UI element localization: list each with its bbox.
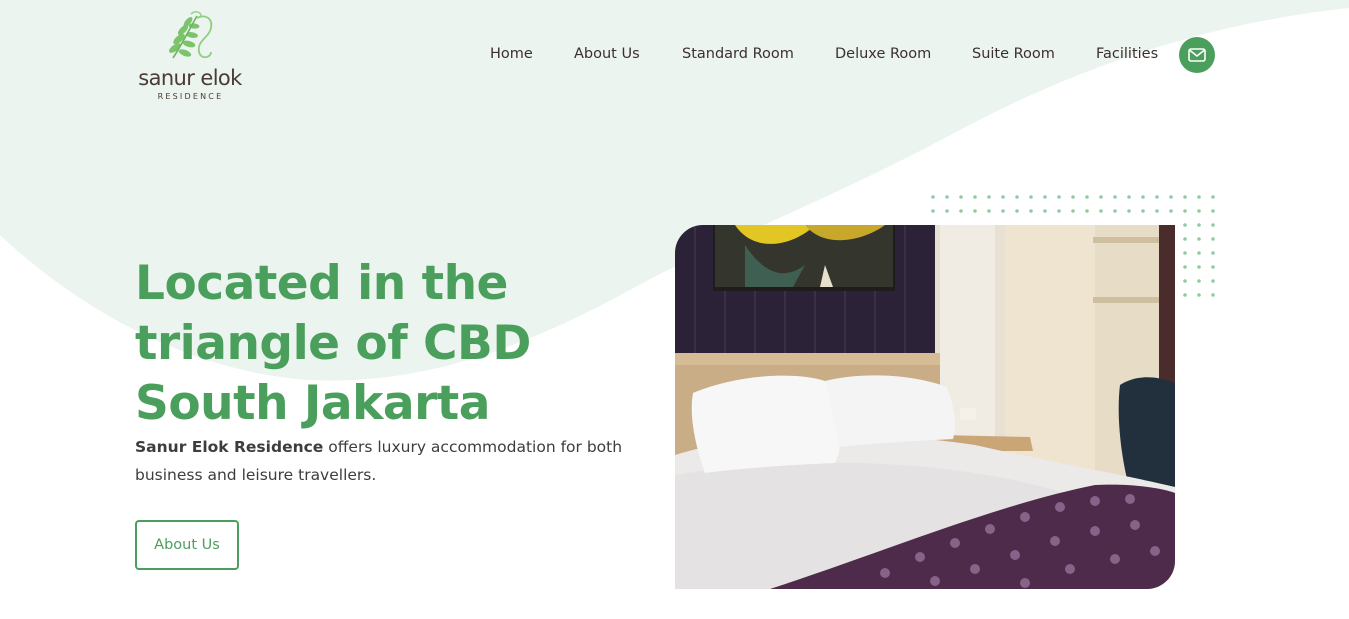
site-header: sanur elok RESIDENCE Home About Us Stand… [0, 0, 1349, 110]
nav-standard-room[interactable]: Standard Room [682, 43, 794, 65]
nav-home[interactable]: Home [490, 43, 533, 65]
nav-suite-room[interactable]: Suite Room [972, 43, 1055, 65]
about-us-button[interactable]: About Us [135, 520, 239, 570]
nav-about-us[interactable]: About Us [574, 43, 640, 65]
mail-icon [1188, 48, 1206, 62]
brand-subtitle: RESIDENCE [157, 92, 224, 101]
hero-room-photo [675, 225, 1175, 589]
main-nav: Home About Us Standard Room Deluxe Room … [0, 43, 1349, 67]
hotel-bedroom-image [675, 225, 1175, 589]
nav-facilities[interactable]: Facilities [1096, 43, 1158, 65]
brand-name: sanur elok [138, 66, 242, 90]
hero-description: Sanur Elok Residence offers luxury accom… [135, 433, 655, 489]
hero-title: Located in the triangle of CBD South Jak… [135, 256, 531, 431]
hero-description-brand: Sanur Elok Residence [135, 438, 324, 456]
contact-mail-button[interactable] [1179, 37, 1215, 73]
nav-deluxe-room[interactable]: Deluxe Room [835, 43, 931, 65]
